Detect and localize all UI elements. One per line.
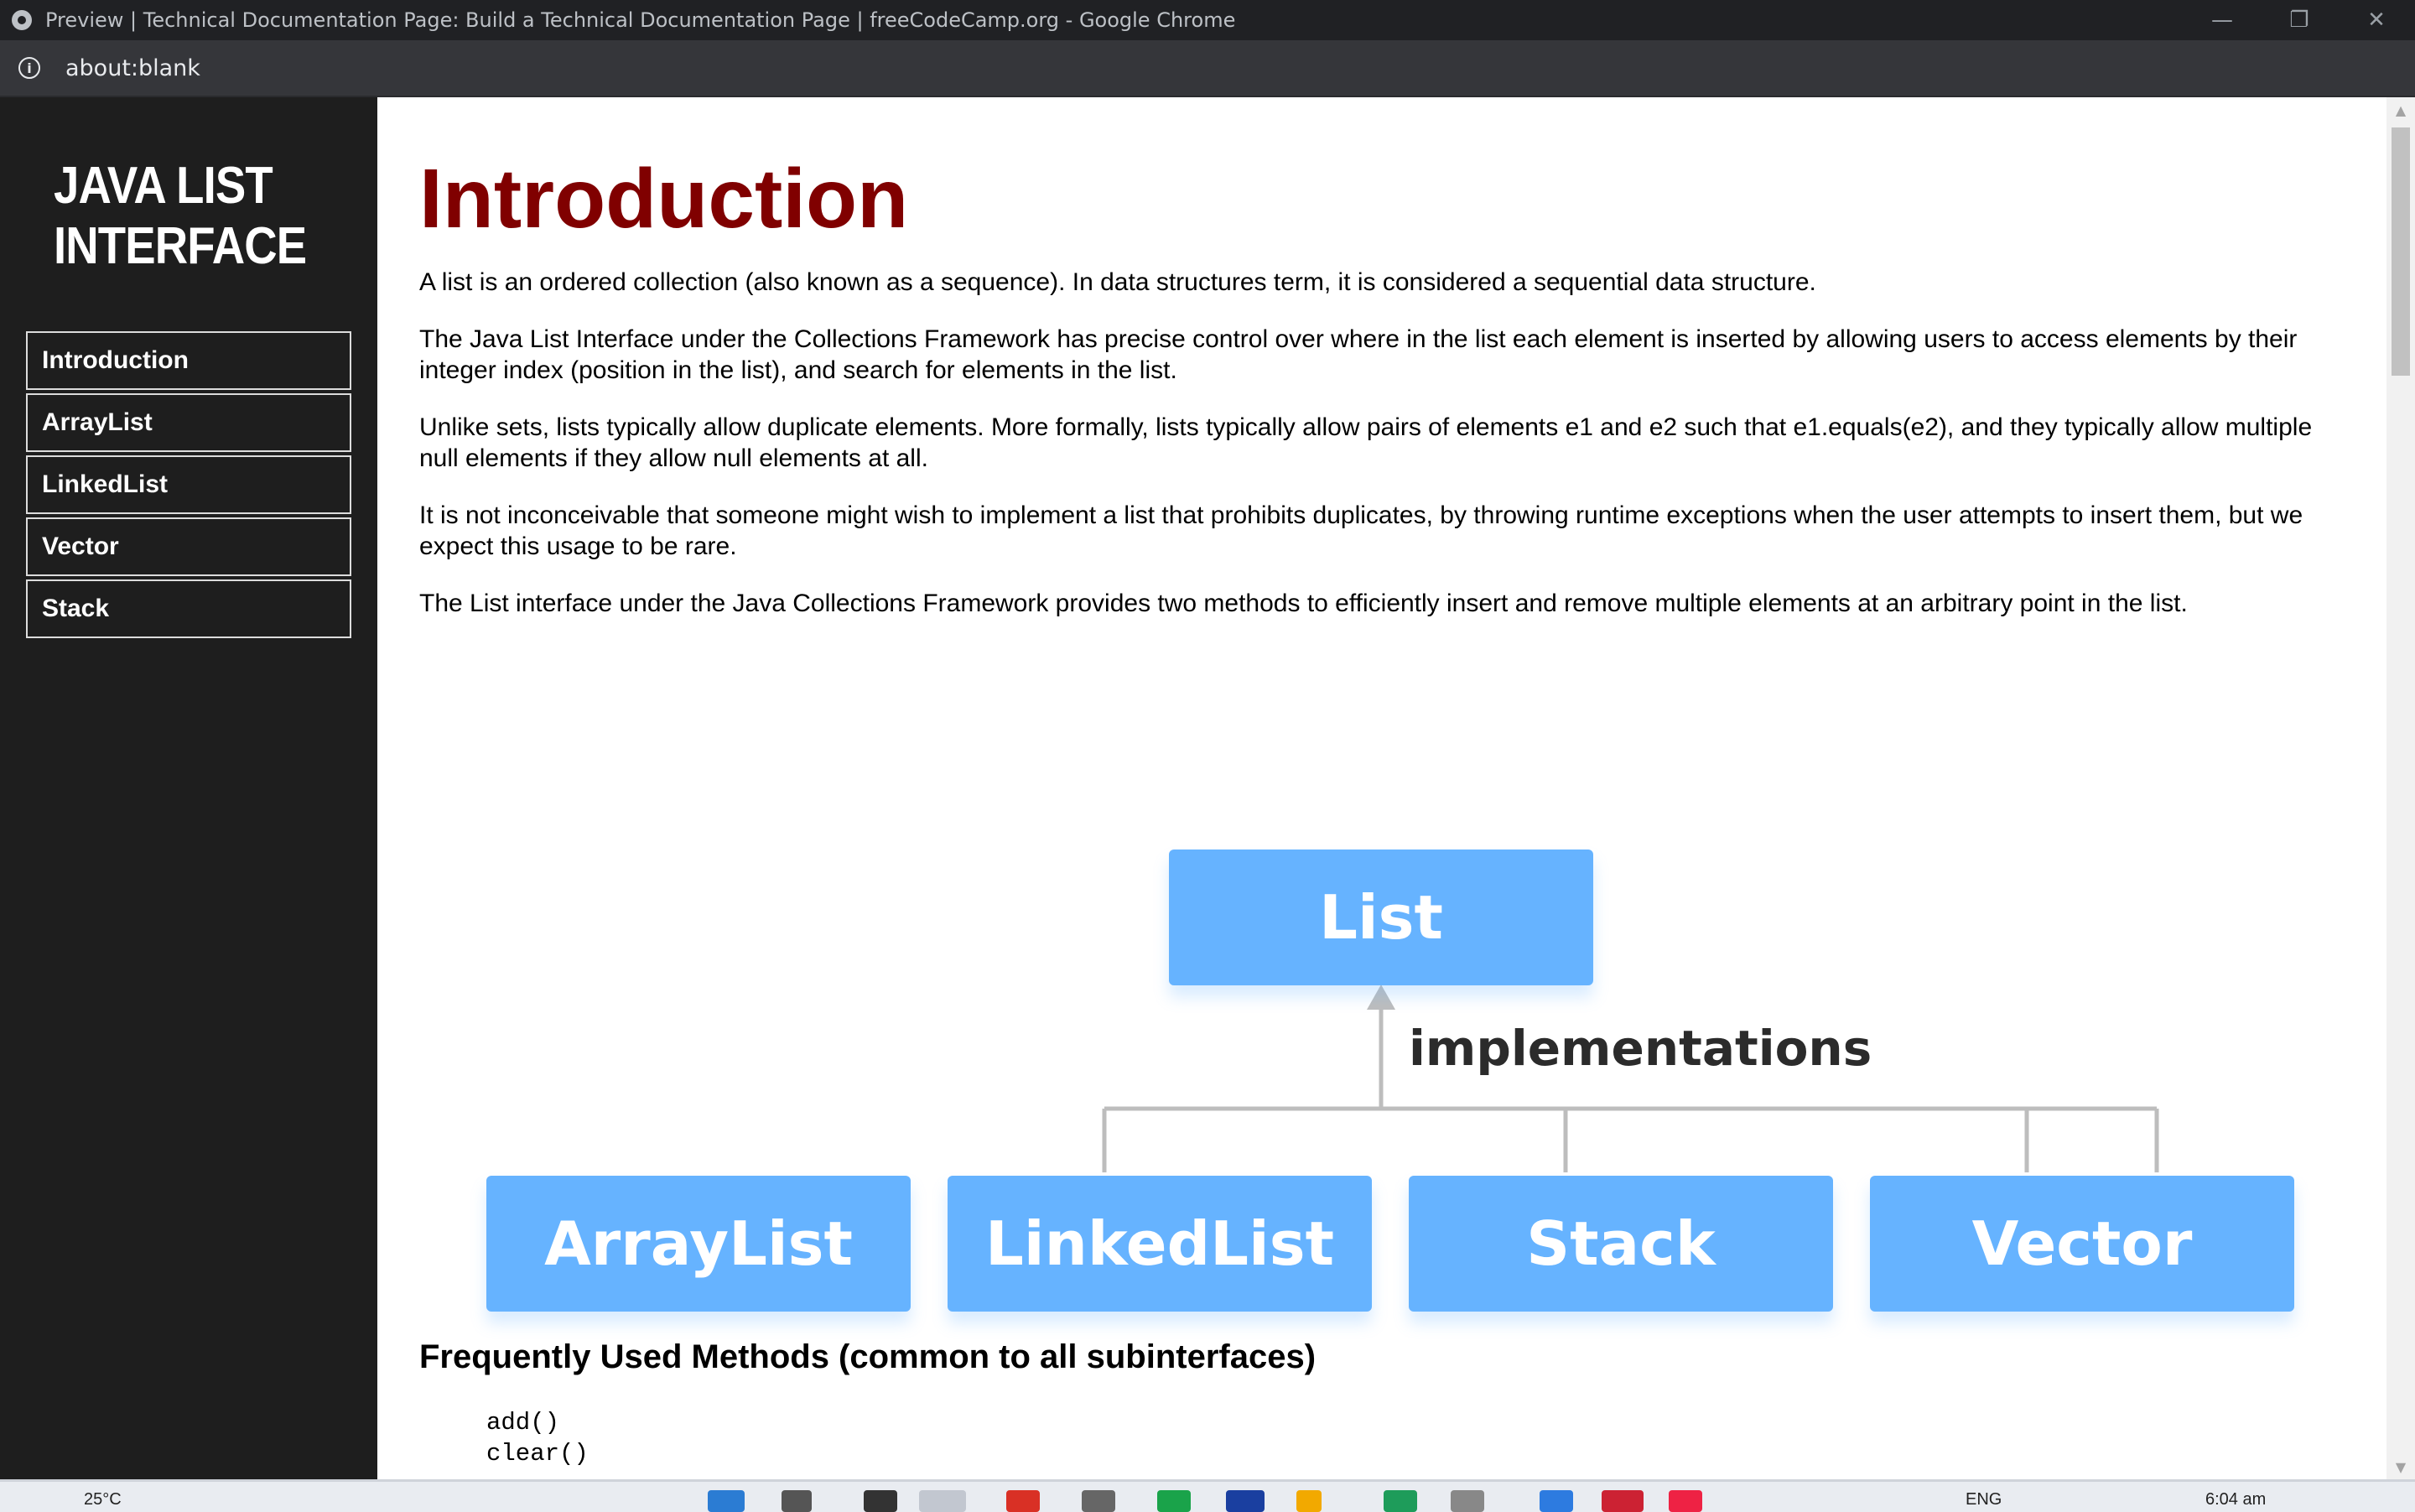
scroll-down-arrow-icon[interactable]: ▼	[2386, 1454, 2415, 1479]
paragraph: The Java List Interface under the Collec…	[419, 325, 2298, 384]
app-icon[interactable]	[1384, 1490, 1417, 1512]
diagram-node-vector: Vector	[1870, 1176, 2294, 1312]
app-icon[interactable]	[1226, 1490, 1265, 1512]
minimize-button[interactable]: —	[2184, 0, 2261, 40]
restore-button[interactable]: ❐	[2261, 0, 2338, 40]
calendar-app-icon[interactable]	[919, 1490, 966, 1512]
start-icon[interactable]	[708, 1490, 745, 1512]
url-field[interactable]: about:blank	[65, 55, 200, 81]
paragraph: The List interface under the Java Collec…	[419, 590, 2188, 617]
diagram-node-list: List	[1169, 850, 1593, 985]
code-line: clear()	[486, 1440, 589, 1468]
app-icon[interactable]	[1451, 1490, 1484, 1512]
chrome-app-icon[interactable]	[1006, 1490, 1040, 1512]
app-icon[interactable]	[1669, 1490, 1702, 1512]
nav-link-arraylist[interactable]: ArrayList	[26, 393, 351, 452]
info-icon[interactable]: i	[18, 57, 40, 79]
diagram-node-arraylist: ArrayList	[486, 1176, 911, 1312]
nav-list: Introduction ArrayList LinkedList Vector…	[26, 331, 351, 642]
paragraph: It is not inconceivable that someone mig…	[419, 501, 2303, 560]
code-line: add()	[486, 1409, 560, 1437]
page-scrollbar[interactable]: ▲ ▼	[2386, 97, 2415, 1479]
diagram-node-stack: Stack	[1409, 1176, 1833, 1312]
close-button[interactable]: ✕	[2338, 0, 2415, 40]
weather-temp[interactable]: 25°C	[84, 1490, 122, 1509]
main-content: Introduction A list is an ordered collec…	[377, 97, 2386, 1479]
nav-link-vector[interactable]: Vector	[26, 517, 351, 576]
diagram-node-linkedlist: LinkedList	[948, 1176, 1372, 1312]
paragraph: Unlike sets, lists typically allow dupli…	[419, 413, 2313, 472]
app-icon[interactable]	[1540, 1490, 1573, 1512]
scroll-thumb[interactable]	[2392, 127, 2410, 376]
methods-code-block: add() clear()	[486, 1407, 589, 1469]
clock[interactable]: 6:04 am	[2205, 1490, 2266, 1509]
address-bar: i about:blank	[0, 40, 2415, 97]
chrome-icon	[12, 10, 32, 30]
taskview-icon[interactable]	[864, 1490, 897, 1512]
section-heading: Introduction	[419, 152, 909, 246]
nav-link-linkedlist[interactable]: LinkedList	[26, 455, 351, 514]
methods-heading: Frequently Used Methods (common to all s…	[419, 1338, 1317, 1375]
app-icon[interactable]	[1082, 1490, 1115, 1512]
app-icon[interactable]	[1602, 1490, 1644, 1512]
paragraph: A list is an ordered collection (also kn…	[419, 268, 1816, 296]
nav-link-stack[interactable]: Stack	[26, 579, 351, 638]
os-taskbar: 25°C ENG 6:04 am	[0, 1479, 2415, 1512]
sidebar-title: JAVA LIST INTERFACE	[54, 157, 307, 275]
search-icon[interactable]	[782, 1490, 812, 1512]
window-titlebar: Preview | Technical Documentation Page: …	[0, 0, 2415, 40]
scroll-up-arrow-icon[interactable]: ▲	[2386, 97, 2415, 122]
list-hierarchy-diagram: List implementations ArrayList LinkedLis…	[486, 743, 2314, 1330]
diagram-relation-label: implementations	[1409, 1020, 1872, 1077]
language-indicator[interactable]: ENG	[1966, 1490, 2002, 1509]
nav-link-introduction[interactable]: Introduction	[26, 331, 351, 390]
intro-paragraphs: A list is an ordered collection (also kn…	[419, 267, 2348, 645]
app-icon[interactable]	[1157, 1490, 1191, 1512]
sidebar-nav: JAVA LIST INTERFACE Introduction ArrayLi…	[0, 97, 379, 1479]
window-title: Preview | Technical Documentation Page: …	[45, 8, 1236, 32]
folder-icon[interactable]	[1296, 1490, 1322, 1512]
